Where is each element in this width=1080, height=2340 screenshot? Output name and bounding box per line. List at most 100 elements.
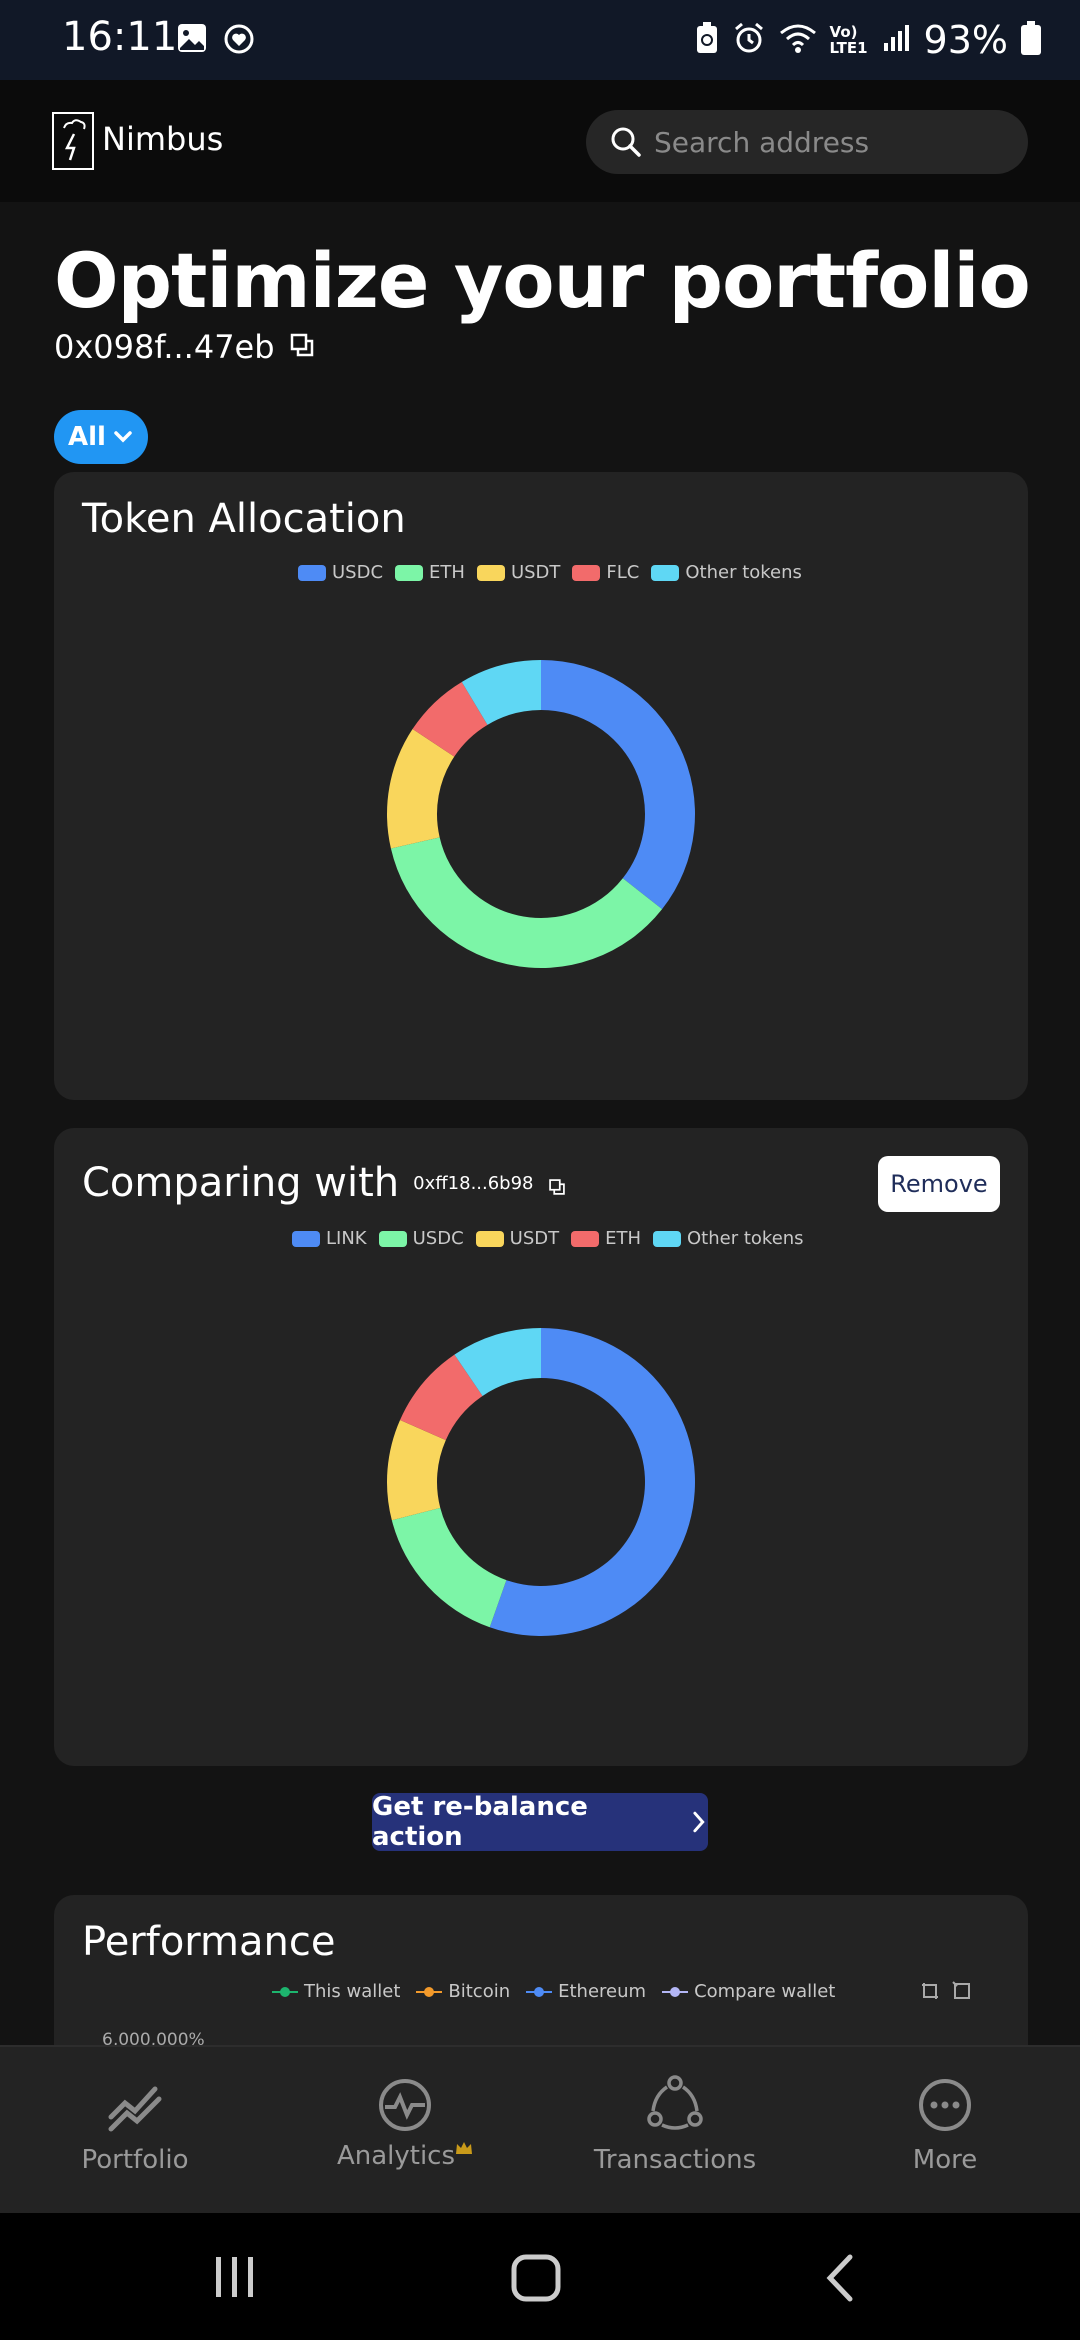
nav-portfolio[interactable]: Portfolio (60, 2047, 210, 2215)
card-title: Performance (82, 1919, 336, 1965)
nav-analytics[interactable]: Analytics (320, 2047, 490, 2215)
legend-item[interactable]: Compare wallet (662, 1981, 835, 2002)
copy-icon[interactable] (548, 1160, 566, 1206)
legend-label: Ethereum (558, 1981, 647, 2002)
legend-item[interactable]: ETH (571, 1228, 641, 1249)
search-icon (611, 127, 641, 157)
legend-swatch (298, 564, 326, 581)
legend-item[interactable]: LINK (292, 1228, 367, 1249)
wallet-address-row: 0x098f...47eb (54, 328, 315, 366)
legend-label: USDC (412, 1228, 464, 1249)
legend-item[interactable]: This wallet (272, 1981, 400, 2002)
portfolio-icon (108, 2086, 162, 2132)
transactions-icon (647, 2075, 703, 2130)
token-allocation-card: Token Allocation USDC ETH USDT FLC Other… (54, 472, 1028, 1100)
legend-marker (416, 1986, 443, 1997)
wifi-icon (778, 21, 818, 59)
legend-item[interactable]: Other tokens (651, 562, 802, 583)
app-name: Nimbus (102, 120, 224, 158)
legend-marker (662, 1986, 689, 1997)
legend-item[interactable]: FLC (572, 562, 639, 583)
donut-slice-usdc[interactable] (391, 1507, 507, 1628)
status-time: 16:11 (62, 14, 178, 60)
bottom-navigation: Portfolio Analytics Transactions More (0, 2045, 1080, 2215)
nav-label: Analytics (336, 2141, 456, 2171)
filter-dropdown[interactable]: All (54, 410, 148, 464)
legend-item[interactable]: Other tokens (653, 1228, 804, 1249)
app-header: Nimbus Search address (0, 80, 1080, 202)
legend-label: ETH (429, 562, 465, 583)
legend-item[interactable]: Bitcoin (416, 1981, 510, 2002)
legend-swatch (653, 1230, 682, 1247)
battery-percent: 93% (923, 18, 1008, 62)
legend-label: USDT (510, 562, 561, 583)
health-icon (222, 22, 256, 60)
legend-swatch (292, 1230, 320, 1247)
logo-icon (52, 112, 94, 170)
nav-label: More (912, 2145, 978, 2175)
legend-item[interactable]: USDC (298, 562, 383, 583)
legend-item[interactable]: USDT (475, 1228, 560, 1249)
legend-item[interactable]: USDT (476, 562, 561, 583)
filter-label: All (68, 422, 106, 452)
more-icon (919, 2079, 971, 2131)
analytics-icon (379, 2079, 431, 2131)
legend-swatch (378, 1230, 407, 1247)
zoom-controls (920, 1981, 972, 2001)
remove-button[interactable]: Remove (878, 1156, 1000, 1212)
status-notification-icons (176, 22, 256, 60)
nav-more[interactable]: More (880, 2047, 1010, 2215)
home-icon[interactable] (510, 2253, 562, 2303)
legend-item[interactable]: Ethereum (526, 1981, 646, 2002)
signal-icon (882, 23, 912, 57)
wallet-address: 0x098f...47eb (54, 328, 275, 366)
legend-item[interactable]: ETH (395, 562, 465, 583)
donut-slice-usdc[interactable] (541, 660, 695, 910)
crown-icon (456, 2142, 473, 2154)
status-bar: 16:11 Vo) LTE1 93% (0, 0, 1080, 80)
legend-marker (526, 1986, 553, 1997)
allocation-donut-chart (387, 660, 695, 968)
legend-label: LINK (326, 1228, 367, 1249)
legend-label: FLC (606, 562, 640, 583)
legend-label: Bitcoin (448, 1981, 511, 2002)
card-title: Comparing with (82, 1160, 400, 1206)
zoom-reset-icon[interactable] (920, 1981, 940, 2001)
rebalance-label: Get re-balance action (372, 1792, 588, 1852)
copy-icon[interactable] (289, 332, 315, 362)
legend-label: This wallet (304, 1981, 401, 2002)
card-title: Token Allocation (82, 496, 406, 542)
legend-marker (272, 1986, 298, 1997)
legend-swatch (476, 564, 505, 581)
legend-label: USDT (509, 1228, 560, 1249)
legend-label: ETH (605, 1228, 642, 1249)
legend-swatch (571, 1230, 600, 1247)
allocation-legend: USDC ETH USDT FLC Other tokens (298, 562, 802, 583)
zoom-out-icon[interactable] (952, 1981, 972, 2001)
search-placeholder: Search address (654, 125, 870, 159)
legend-swatch (651, 564, 680, 581)
donut-slice-eth[interactable] (390, 837, 663, 968)
legend-item[interactable]: USDC (378, 1228, 464, 1249)
search-input[interactable]: Search address (586, 110, 1028, 174)
network-label: Vo) LTE1 (829, 23, 868, 57)
compare-card: Comparing with 0xff18...6b98 Remove LINK… (54, 1128, 1028, 1766)
alarm-icon (732, 21, 766, 59)
recent-apps-icon[interactable] (212, 2253, 258, 2301)
performance-legend: This wallet Bitcoin Ethereum Compare wal… (272, 1981, 835, 2002)
chevron-down-icon (114, 431, 132, 443)
rebalance-button[interactable]: Get re-balance action (372, 1792, 708, 1852)
compare-title-row: Comparing with 0xff18...6b98 (82, 1160, 566, 1206)
status-system-icons: Vo) LTE1 93% (694, 18, 1042, 62)
compare-wallet-address: 0xff18...6b98 (413, 1172, 534, 1194)
page-title: Optimize your portfolio (54, 236, 1031, 325)
nav-label-row: Analytics (337, 2135, 473, 2171)
legend-swatch (395, 564, 424, 581)
nav-transactions[interactable]: Transactions (590, 2047, 760, 2215)
nav-label: Transactions (593, 2145, 757, 2175)
legend-label: Other tokens (685, 562, 802, 583)
battery-icon (1020, 20, 1042, 60)
back-icon[interactable] (820, 2253, 860, 2303)
legend-swatch (572, 564, 601, 581)
chevron-right-icon (693, 1811, 706, 1833)
